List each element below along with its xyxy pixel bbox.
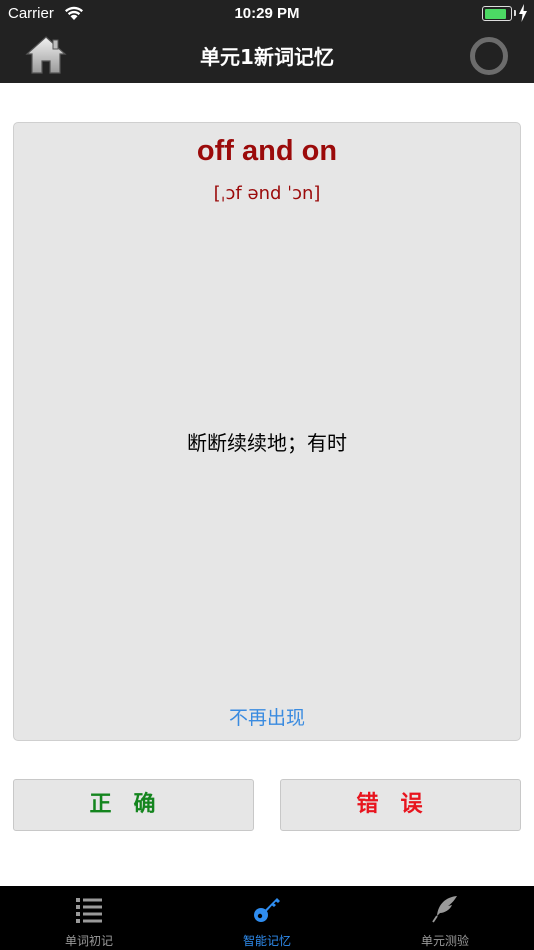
battery-icon — [482, 6, 512, 21]
hide-word-link[interactable]: 不再出现 — [14, 703, 520, 730]
charging-icon — [519, 4, 527, 22]
battery-level — [484, 8, 507, 19]
word-card: off and on [ˌɔf ənd ˈɔn] 断断续续地；有时 不再出现 — [13, 122, 521, 741]
tab-bar: 单词初记 智能记忆 单元测验 — [0, 886, 534, 950]
key-icon — [254, 898, 280, 922]
tab-initial-learning[interactable]: 单词初记 — [0, 886, 178, 950]
nav-bar: 单元1新词记忆 — [0, 28, 534, 83]
meaning-text: 断断续续地；有时 — [187, 431, 347, 455]
ring-icon[interactable] — [470, 37, 508, 75]
tab-label: 单元测验 — [420, 934, 469, 948]
page-title: 单元1新词记忆 — [200, 45, 334, 69]
feather-icon — [432, 896, 457, 923]
word-text: off and on — [196, 135, 338, 167]
wrong-button[interactable]: 错误 — [280, 779, 521, 831]
tab-label: 单词初记 — [64, 934, 113, 948]
correct-button[interactable]: 正确 — [13, 779, 254, 831]
tab-unit-test[interactable]: 单元测验 — [356, 886, 534, 950]
status-bar: Carrier 10:29 PM — [0, 0, 534, 28]
clock: 10:29 PM — [234, 5, 300, 22]
tab-label: 智能记忆 — [242, 934, 291, 948]
tab-smart-memory[interactable]: 智能记忆 — [178, 886, 356, 950]
battery-cap — [514, 10, 516, 16]
list-icon — [76, 898, 102, 923]
phonetic-text: [ˌɔf ənd ˈɔn] — [213, 183, 321, 204]
